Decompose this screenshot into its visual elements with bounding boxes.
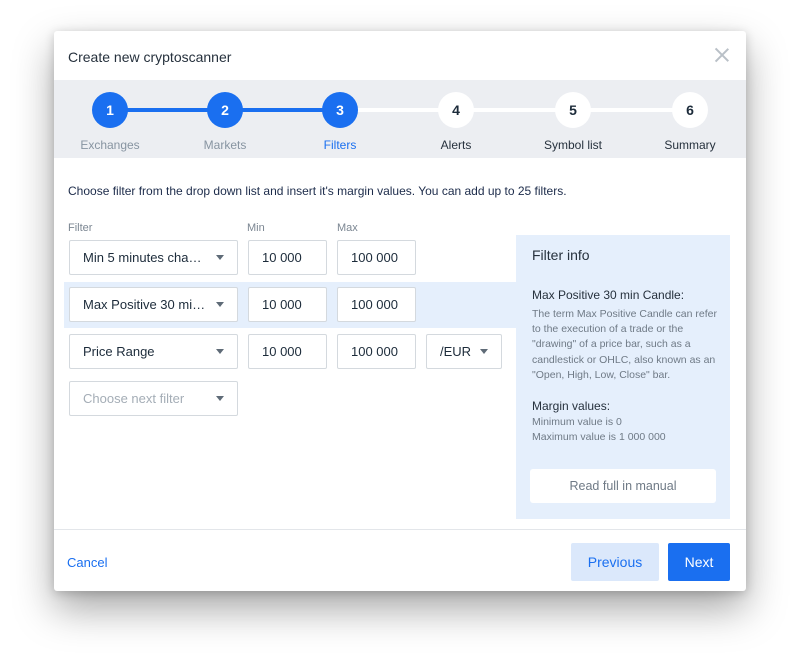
filter-select[interactable]: Min 5 minutes change (69, 240, 238, 275)
min-value-input[interactable]: 10 000 (248, 240, 327, 275)
chevron-down-icon (216, 302, 224, 307)
step-label: Alerts (440, 138, 472, 152)
column-header-min: Min (247, 222, 265, 234)
step-exchanges[interactable]: 1 Exchanges (55, 92, 165, 152)
currency-select[interactable]: /EUR (426, 334, 502, 369)
chevron-down-icon (216, 349, 224, 354)
step-symbol-list[interactable]: 5 Symbol list (518, 92, 628, 152)
instruction-text: Choose filter from the drop down list an… (68, 184, 567, 198)
stepper: 1 Exchanges 2 Markets 3 Filters 4 Alerts… (54, 80, 746, 158)
close-icon[interactable] (712, 45, 732, 65)
read-manual-button[interactable]: Read full in manual (530, 469, 716, 503)
step-markets[interactable]: 2 Markets (170, 92, 280, 152)
create-scanner-dialog: Create new cryptoscanner 1 Exchanges 2 M… (54, 31, 746, 591)
min-value-input[interactable]: 10 000 (248, 287, 327, 322)
filter-info-title: Filter info (532, 247, 590, 263)
margin-values-title: Margin values: (532, 399, 611, 413)
step-label: Filters (323, 138, 357, 152)
step-number: 4 (438, 92, 474, 128)
step-label: Exchanges (80, 138, 140, 152)
filter-info-panel: Filter info Max Positive 30 min Candle: … (516, 235, 730, 519)
footer-divider (54, 529, 746, 530)
filter-info-subtitle: Max Positive 30 min Candle: (532, 288, 685, 302)
next-filter-placeholder: Choose next filter (83, 391, 185, 406)
previous-button[interactable]: Previous (571, 543, 659, 581)
chevron-down-icon (216, 396, 224, 401)
step-filters[interactable]: 3 Filters (285, 92, 395, 152)
chevron-down-icon (480, 349, 488, 354)
currency-select-value: /EUR (440, 344, 472, 359)
filter-select-value: Price Range (83, 344, 155, 359)
max-value-input[interactable]: 100 000 (337, 240, 416, 275)
column-header-max: Max (337, 222, 358, 234)
next-filter-select[interactable]: Choose next filter (69, 381, 238, 416)
step-summary[interactable]: 6 Summary (635, 92, 745, 152)
step-number: 3 (322, 92, 358, 128)
filter-select[interactable]: Max Positive 30 minutes Candle (69, 287, 238, 322)
min-value-input[interactable]: 10 000 (248, 334, 327, 369)
step-number: 1 (92, 92, 128, 128)
step-label: Symbol list (543, 138, 602, 152)
step-alerts[interactable]: 4 Alerts (401, 92, 511, 152)
column-header-filter: Filter (68, 222, 93, 234)
step-number: 6 (672, 92, 708, 128)
next-button[interactable]: Next (668, 543, 730, 581)
step-label: Markets (203, 138, 247, 152)
filter-select-value: Min 5 minutes change (83, 250, 207, 265)
filter-select-value: Max Positive 30 minutes Candle (83, 297, 207, 312)
max-value-input[interactable]: 100 000 (337, 334, 416, 369)
cancel-link[interactable]: Cancel (67, 555, 107, 570)
dialog-title: Create new cryptoscanner (68, 49, 232, 65)
min-value-text: Minimum value is 0 (532, 416, 622, 428)
step-number: 2 (207, 92, 243, 128)
max-value-text: Maximum value is 1 000 000 (532, 431, 666, 443)
filter-info-description: The term Max Positive Candle can refer t… (532, 308, 717, 381)
step-label: Summary (664, 138, 716, 152)
step-number: 5 (555, 92, 591, 128)
chevron-down-icon (216, 255, 224, 260)
max-value-input[interactable]: 100 000 (337, 287, 416, 322)
filter-select[interactable]: Price Range (69, 334, 238, 369)
